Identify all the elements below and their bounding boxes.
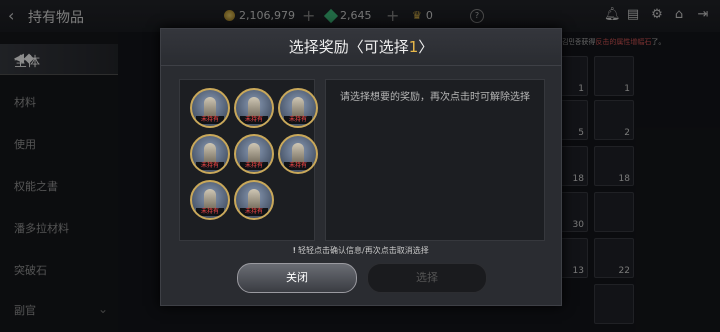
reward-portrait[interactable]: 未持有	[234, 134, 274, 174]
dialog-header: 选择奖励〈可选择1〉	[161, 29, 561, 66]
reward-portrait[interactable]: 未持有	[190, 134, 230, 174]
select-button[interactable]: 选择	[367, 263, 487, 293]
hint-text: ❗︎ 轻轻点击确认信息/再次点击取消选择	[293, 246, 429, 255]
reward-portrait[interactable]: 未持有	[278, 134, 318, 174]
reward-portrait[interactable]: 未持有	[190, 180, 230, 220]
reward-portrait[interactable]: 未持有	[190, 88, 230, 128]
reward-list-panel: 未持有 未持有 未持有 未持有 未持有 未持有 未持有 未持有	[179, 79, 318, 241]
reward-portrait[interactable]: 未持有	[278, 88, 318, 128]
info-icon: ❗︎	[293, 246, 296, 255]
close-button[interactable]: 关闭	[237, 263, 357, 293]
reward-portrait[interactable]: 未持有	[234, 88, 274, 128]
reward-detail-panel: 请选择想要的奖励，再次点击时可解除选择	[325, 79, 545, 241]
instruction-text: 请选择想要的奖励，再次点击时可解除选择	[340, 92, 530, 103]
dialog-title: 选择奖励〈可选择1〉	[288, 38, 434, 56]
reward-portrait[interactable]: 未持有	[234, 180, 274, 220]
reward-select-dialog: 选择奖励〈可选择1〉 未持有 未持有 未持有 未持有 未持有 未持有 未持有 未…	[160, 28, 562, 306]
